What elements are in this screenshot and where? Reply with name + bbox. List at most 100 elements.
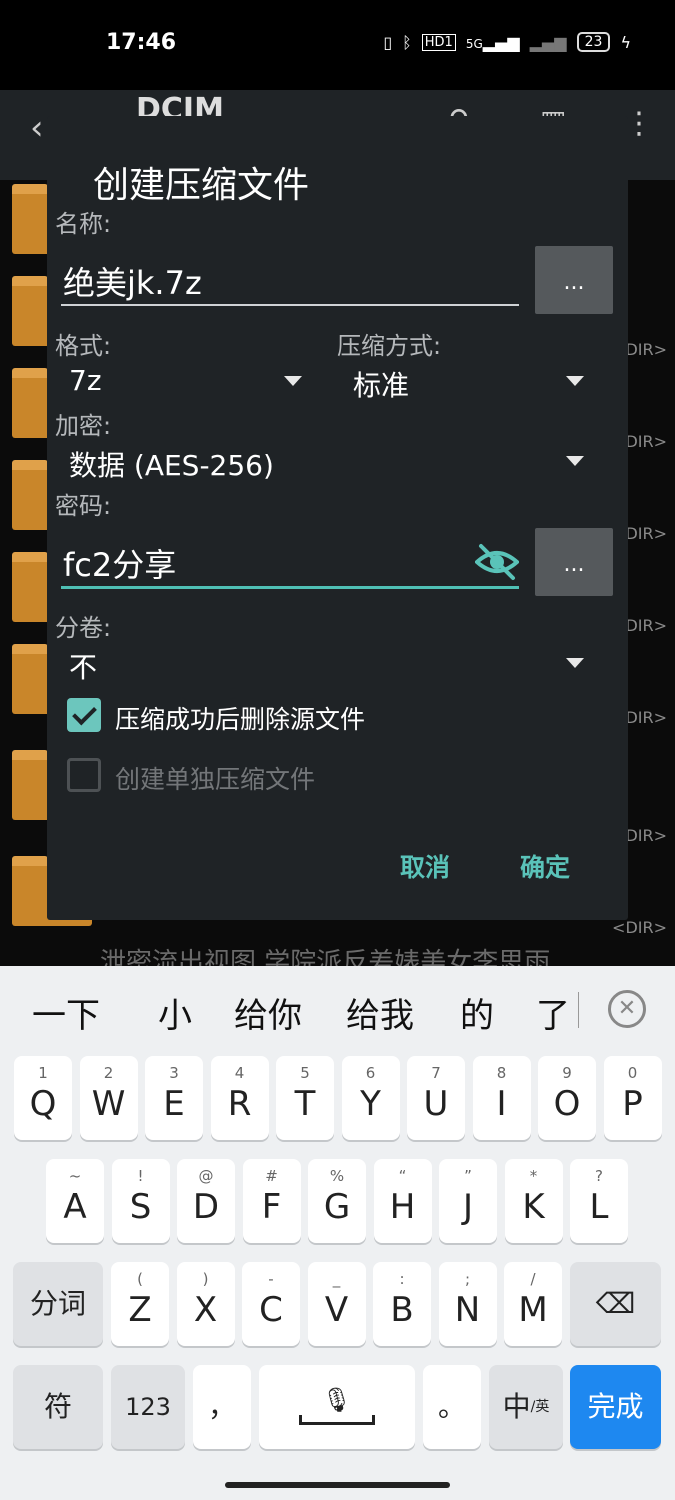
more-options-icon[interactable]: ⋮ bbox=[624, 106, 654, 141]
lang-main: 中 bbox=[502, 1390, 531, 1423]
key-label: N bbox=[454, 1290, 481, 1330]
key-e[interactable]: 3E bbox=[145, 1056, 203, 1140]
language-switch-label: 中/英 bbox=[489, 1365, 563, 1449]
delete-source-checkbox[interactable] bbox=[67, 698, 101, 732]
key-f[interactable]: # F bbox=[242, 1159, 301, 1243]
segment-key[interactable]: 分词 bbox=[13, 1262, 103, 1346]
eye-off-icon[interactable] bbox=[475, 542, 519, 582]
key-q[interactable]: 1Q bbox=[14, 1056, 72, 1140]
chevron-down-icon[interactable] bbox=[566, 658, 584, 668]
candidate-word[interactable]: 一下 bbox=[32, 988, 100, 1037]
method-select[interactable]: 标准 bbox=[353, 364, 409, 404]
key-r[interactable]: 4R bbox=[210, 1056, 269, 1140]
password-label: 密码: bbox=[55, 492, 112, 520]
key-hint: ; bbox=[464, 1270, 471, 1288]
key-hint: _ bbox=[332, 1270, 341, 1288]
chevron-down-icon[interactable] bbox=[284, 376, 302, 386]
symbol-key[interactable]: 符 bbox=[13, 1365, 103, 1449]
key-hint: 7 bbox=[431, 1064, 441, 1082]
comma-key-label: ， bbox=[207, 1390, 236, 1423]
vibrate-icon: ▯ bbox=[383, 32, 393, 52]
ok-button[interactable]: 确定 bbox=[520, 848, 570, 884]
key-j[interactable]: ” J bbox=[439, 1159, 497, 1243]
home-indicator[interactable] bbox=[225, 1482, 450, 1488]
number-key[interactable]: 123 bbox=[111, 1365, 185, 1449]
status-icons: ▯ ᛒ HD1 5G▂▄▆ ▂▄▆ 23 ϟ bbox=[383, 32, 631, 52]
key-d[interactable]: @ D bbox=[177, 1159, 235, 1243]
candidate-word[interactable]: 了 bbox=[536, 988, 570, 1037]
key-x[interactable]: ) X bbox=[176, 1262, 235, 1346]
key-label: T bbox=[294, 1084, 316, 1124]
key-m[interactable]: / M bbox=[504, 1262, 562, 1346]
key-hint: 6 bbox=[365, 1064, 376, 1082]
key-o[interactable]: 9O bbox=[538, 1056, 596, 1140]
key-u[interactable]: 7U bbox=[407, 1056, 465, 1140]
separate-archive-checkbox[interactable] bbox=[67, 758, 101, 792]
back-icon[interactable]: ‹ bbox=[30, 108, 44, 148]
candidate-word[interactable]: 给你 bbox=[234, 988, 302, 1037]
cancel-button[interactable]: 取消 bbox=[400, 848, 450, 884]
period-key[interactable]: 。 bbox=[423, 1365, 481, 1449]
key-hint: 9 bbox=[562, 1064, 572, 1082]
key-hint: @ bbox=[198, 1167, 214, 1185]
name-input[interactable]: 绝美jk.7z bbox=[63, 258, 202, 304]
key-w[interactable]: 2W bbox=[79, 1056, 138, 1140]
backspace-key[interactable]: ⌫ bbox=[570, 1262, 661, 1346]
hd-icon: HD1 bbox=[421, 33, 456, 51]
done-key-label: 完成 bbox=[587, 1390, 644, 1423]
key-label: L bbox=[589, 1187, 609, 1227]
separate-archive-label[interactable]: 创建单独压缩文件 bbox=[115, 760, 315, 796]
candidate-separator bbox=[578, 992, 579, 1028]
key-k[interactable]: * K bbox=[504, 1159, 563, 1243]
comma-key[interactable]: ， bbox=[193, 1365, 251, 1449]
encrypt-label: 加密: bbox=[55, 412, 112, 440]
key-hint: 0 bbox=[627, 1064, 638, 1082]
password-options-button[interactable]: ... bbox=[535, 528, 613, 596]
key-hint: % bbox=[329, 1167, 345, 1185]
encrypt-select[interactable]: 数据 (AES-256) bbox=[69, 444, 274, 484]
split-select[interactable]: 不 bbox=[69, 646, 97, 686]
key-n[interactable]: ; N bbox=[438, 1262, 497, 1346]
browse-button[interactable]: ... bbox=[535, 246, 613, 314]
key-v[interactable]: _ V bbox=[307, 1262, 366, 1346]
candidate-word[interactable]: 的 bbox=[460, 988, 494, 1037]
backspace-icon: ⌫ bbox=[595, 1287, 636, 1320]
key-i[interactable]: 8I bbox=[472, 1056, 531, 1140]
key-a[interactable]: ~ A bbox=[46, 1159, 104, 1243]
key-label: Z bbox=[128, 1290, 152, 1330]
candidate-word[interactable]: 给我 bbox=[346, 988, 414, 1037]
key-t[interactable]: 5T bbox=[276, 1056, 334, 1140]
key-z[interactable]: (Z bbox=[111, 1262, 169, 1346]
key-label: V bbox=[324, 1290, 349, 1330]
key-s[interactable]: ! S bbox=[111, 1159, 170, 1243]
key-y[interactable]: 6Y bbox=[341, 1056, 400, 1140]
key-l[interactable]: ? L bbox=[570, 1159, 628, 1243]
key-hint: ) bbox=[202, 1270, 209, 1288]
delete-source-label[interactable]: 压缩成功后删除源文件 bbox=[115, 700, 365, 736]
candidate-word[interactable]: 小 bbox=[158, 988, 192, 1037]
key-label: O bbox=[553, 1084, 581, 1124]
signal-5g-icon: 5G▂▄▆ bbox=[465, 32, 520, 52]
close-icon[interactable]: ✕ bbox=[608, 990, 646, 1028]
format-select[interactable]: 7z bbox=[69, 364, 102, 397]
space-key[interactable]: 🎙 bbox=[259, 1365, 415, 1449]
key-p[interactable]: 0P bbox=[603, 1056, 662, 1140]
chevron-down-icon[interactable] bbox=[566, 456, 584, 466]
password-input-underline bbox=[61, 586, 519, 589]
key-label: P bbox=[622, 1084, 643, 1124]
language-switch-key[interactable]: 中/英 bbox=[489, 1365, 563, 1449]
key-h[interactable]: “H bbox=[373, 1159, 432, 1243]
key-b[interactable]: :B bbox=[373, 1262, 431, 1346]
password-input[interactable]: fc2分享 bbox=[63, 540, 176, 586]
key-hint: 4 bbox=[234, 1064, 245, 1082]
key-label: G bbox=[323, 1187, 351, 1227]
key-label: M bbox=[518, 1290, 548, 1330]
key-label: J bbox=[462, 1187, 474, 1227]
key-hint: * bbox=[529, 1167, 538, 1185]
symbol-key-label: 符 bbox=[43, 1390, 72, 1423]
done-key[interactable]: 完成 bbox=[570, 1365, 661, 1449]
chevron-down-icon[interactable] bbox=[566, 376, 584, 386]
split-label: 分卷: bbox=[55, 614, 112, 642]
key-c[interactable]: -C bbox=[242, 1262, 300, 1346]
key-g[interactable]: % G bbox=[308, 1159, 366, 1243]
